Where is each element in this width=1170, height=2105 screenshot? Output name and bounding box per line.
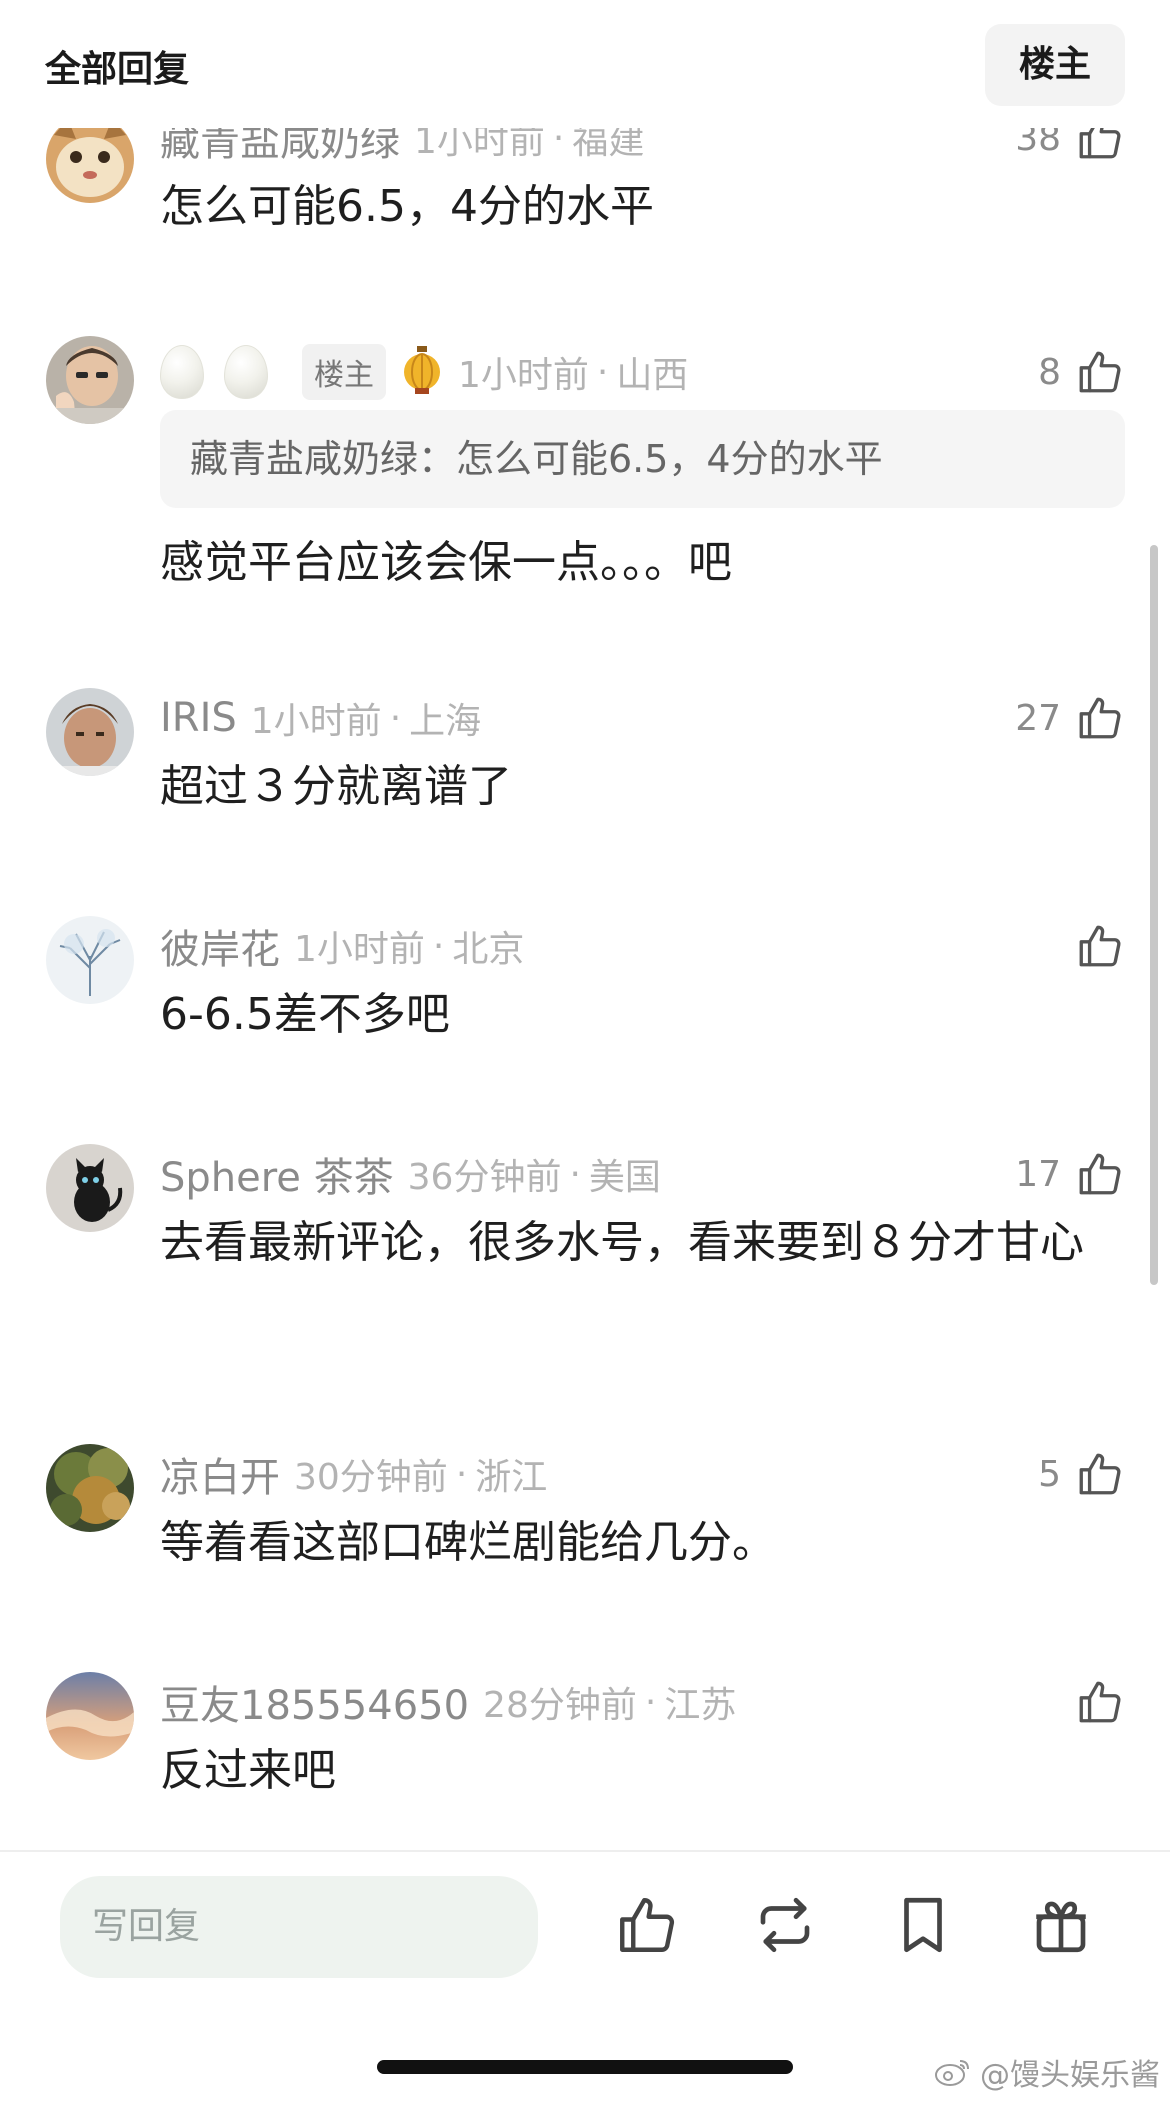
thumbs-up-icon [1079, 697, 1121, 739]
like-count: 27 [1015, 697, 1061, 739]
comment-text: 感觉平台应该会保一点。。。吧 [160, 537, 732, 588]
comment-time: 1小时前 [250, 701, 382, 742]
thumbs-up-icon [1079, 925, 1121, 967]
separator: · [569, 1153, 581, 1195]
comment-time: 1小时前 [294, 929, 425, 970]
like-button[interactable]: 8 [1038, 344, 1125, 400]
like-button[interactable]: 27 [1015, 690, 1125, 746]
separator: · [644, 1681, 657, 1723]
comment-location: 美国 [588, 1157, 661, 1198]
comment-location: 上海 [409, 701, 482, 742]
scrollbar[interactable] [1150, 545, 1158, 1285]
comment-text: 超过３分就离谱了 [160, 761, 512, 812]
egg-icon [160, 345, 204, 399]
bookmark-button[interactable] [890, 1892, 956, 1958]
lantern-icon [404, 346, 440, 394]
avatar[interactable] [46, 115, 134, 203]
thumbs-up-icon [1079, 1453, 1121, 1495]
like-count: 17 [1015, 1153, 1061, 1195]
like-button[interactable]: 17 [1015, 1146, 1125, 1202]
bottom-action-bar: 写回复 @馒头娱乐酱 [0, 1850, 1170, 2105]
watermark-text: @馒头娱乐酱 [980, 2058, 1160, 2093]
like-count: 5 [1038, 1453, 1061, 1495]
comment-meta: 豆友185554650 28分钟前 · 江苏 [160, 1674, 736, 1730]
comment-time: 30分钟前 [294, 1457, 448, 1498]
comment-time: 1小时前 [458, 355, 589, 396]
thumbs-up-icon [1079, 1153, 1121, 1195]
thumbs-up-icon [620, 1898, 675, 1952]
username[interactable]: 豆友185554650 [160, 1673, 469, 1731]
username[interactable]: Sphere 茶茶 [160, 1145, 394, 1203]
comment-location: 江苏 [664, 1685, 737, 1726]
gift-button[interactable] [1028, 1892, 1094, 1958]
username[interactable]: 凉白开 [160, 1445, 280, 1503]
comment-location: 浙江 [475, 1457, 548, 1498]
thumbs-up-icon [1079, 1681, 1121, 1723]
comment-location: 山西 [616, 355, 689, 396]
separator: · [432, 925, 445, 967]
page-title: 全部回复 [45, 49, 190, 90]
avatar[interactable] [46, 336, 134, 424]
comment-meta: Sphere 茶茶 36分钟前 · 美国 [160, 1146, 661, 1202]
avatar[interactable] [46, 1444, 134, 1532]
avatar[interactable] [46, 1672, 134, 1760]
comment-text: 等着看这部口碑烂剧能给几分。 [160, 1517, 776, 1568]
username[interactable]: 彼岸花 [160, 917, 280, 975]
op-only-button[interactable]: 楼主 [985, 24, 1125, 106]
comment-time: 28分钟前 [483, 1685, 637, 1726]
comment-location: 北京 [452, 929, 525, 970]
comment-text: 6-6.5差不多吧 [160, 989, 450, 1040]
like-button[interactable] [1061, 918, 1125, 974]
comment-meta: 彼岸花 1小时前 · 北京 [160, 918, 524, 974]
weibo-logo-icon [935, 2060, 969, 2086]
comment-meta: 楼主 1小时前 · 山西 [160, 344, 688, 400]
avatar[interactable] [46, 1144, 134, 1232]
like-post-button[interactable] [614, 1892, 680, 1958]
bookmark-icon [904, 1897, 942, 1953]
like-button[interactable] [1061, 1674, 1125, 1730]
op-badge: 楼主 [302, 344, 386, 400]
comment-text: 怎么可能6.5，4分的水平 [160, 181, 654, 232]
separator: · [389, 697, 402, 739]
comment-text: 反过来吧 [160, 1745, 336, 1796]
comment-time: 36分钟前 [407, 1157, 562, 1198]
like-count: 8 [1038, 351, 1061, 393]
separator: · [596, 351, 609, 393]
repost-icon [760, 1897, 810, 1953]
egg-icon [224, 345, 268, 399]
top-bar: 全部回复 楼主 [0, 0, 1170, 128]
comment-meta: IRIS 1小时前 · 上海 [160, 690, 481, 746]
gift-icon [1036, 1901, 1086, 1953]
home-indicator[interactable] [377, 2060, 793, 2074]
watermark: @馒头娱乐酱 [934, 2050, 1160, 2094]
thumbs-up-icon [1079, 351, 1121, 393]
comment-text: 去看最新评论，很多水号，看来要到８分才甘心 [160, 1217, 1084, 1268]
username[interactable]: IRIS [160, 695, 237, 741]
quoted-comment[interactable]: 藏青盐咸奶绿：怎么可能6.5，4分的水平 [160, 410, 1125, 508]
avatar[interactable] [46, 916, 134, 1004]
separator: · [455, 1453, 468, 1495]
username[interactable] [160, 345, 288, 399]
avatar[interactable] [46, 688, 134, 776]
reply-input[interactable]: 写回复 [60, 1876, 538, 1978]
like-button[interactable]: 5 [1038, 1446, 1125, 1502]
repost-button[interactable] [752, 1892, 818, 1958]
comment-meta: 凉白开 30分钟前 · 浙江 [160, 1446, 547, 1502]
